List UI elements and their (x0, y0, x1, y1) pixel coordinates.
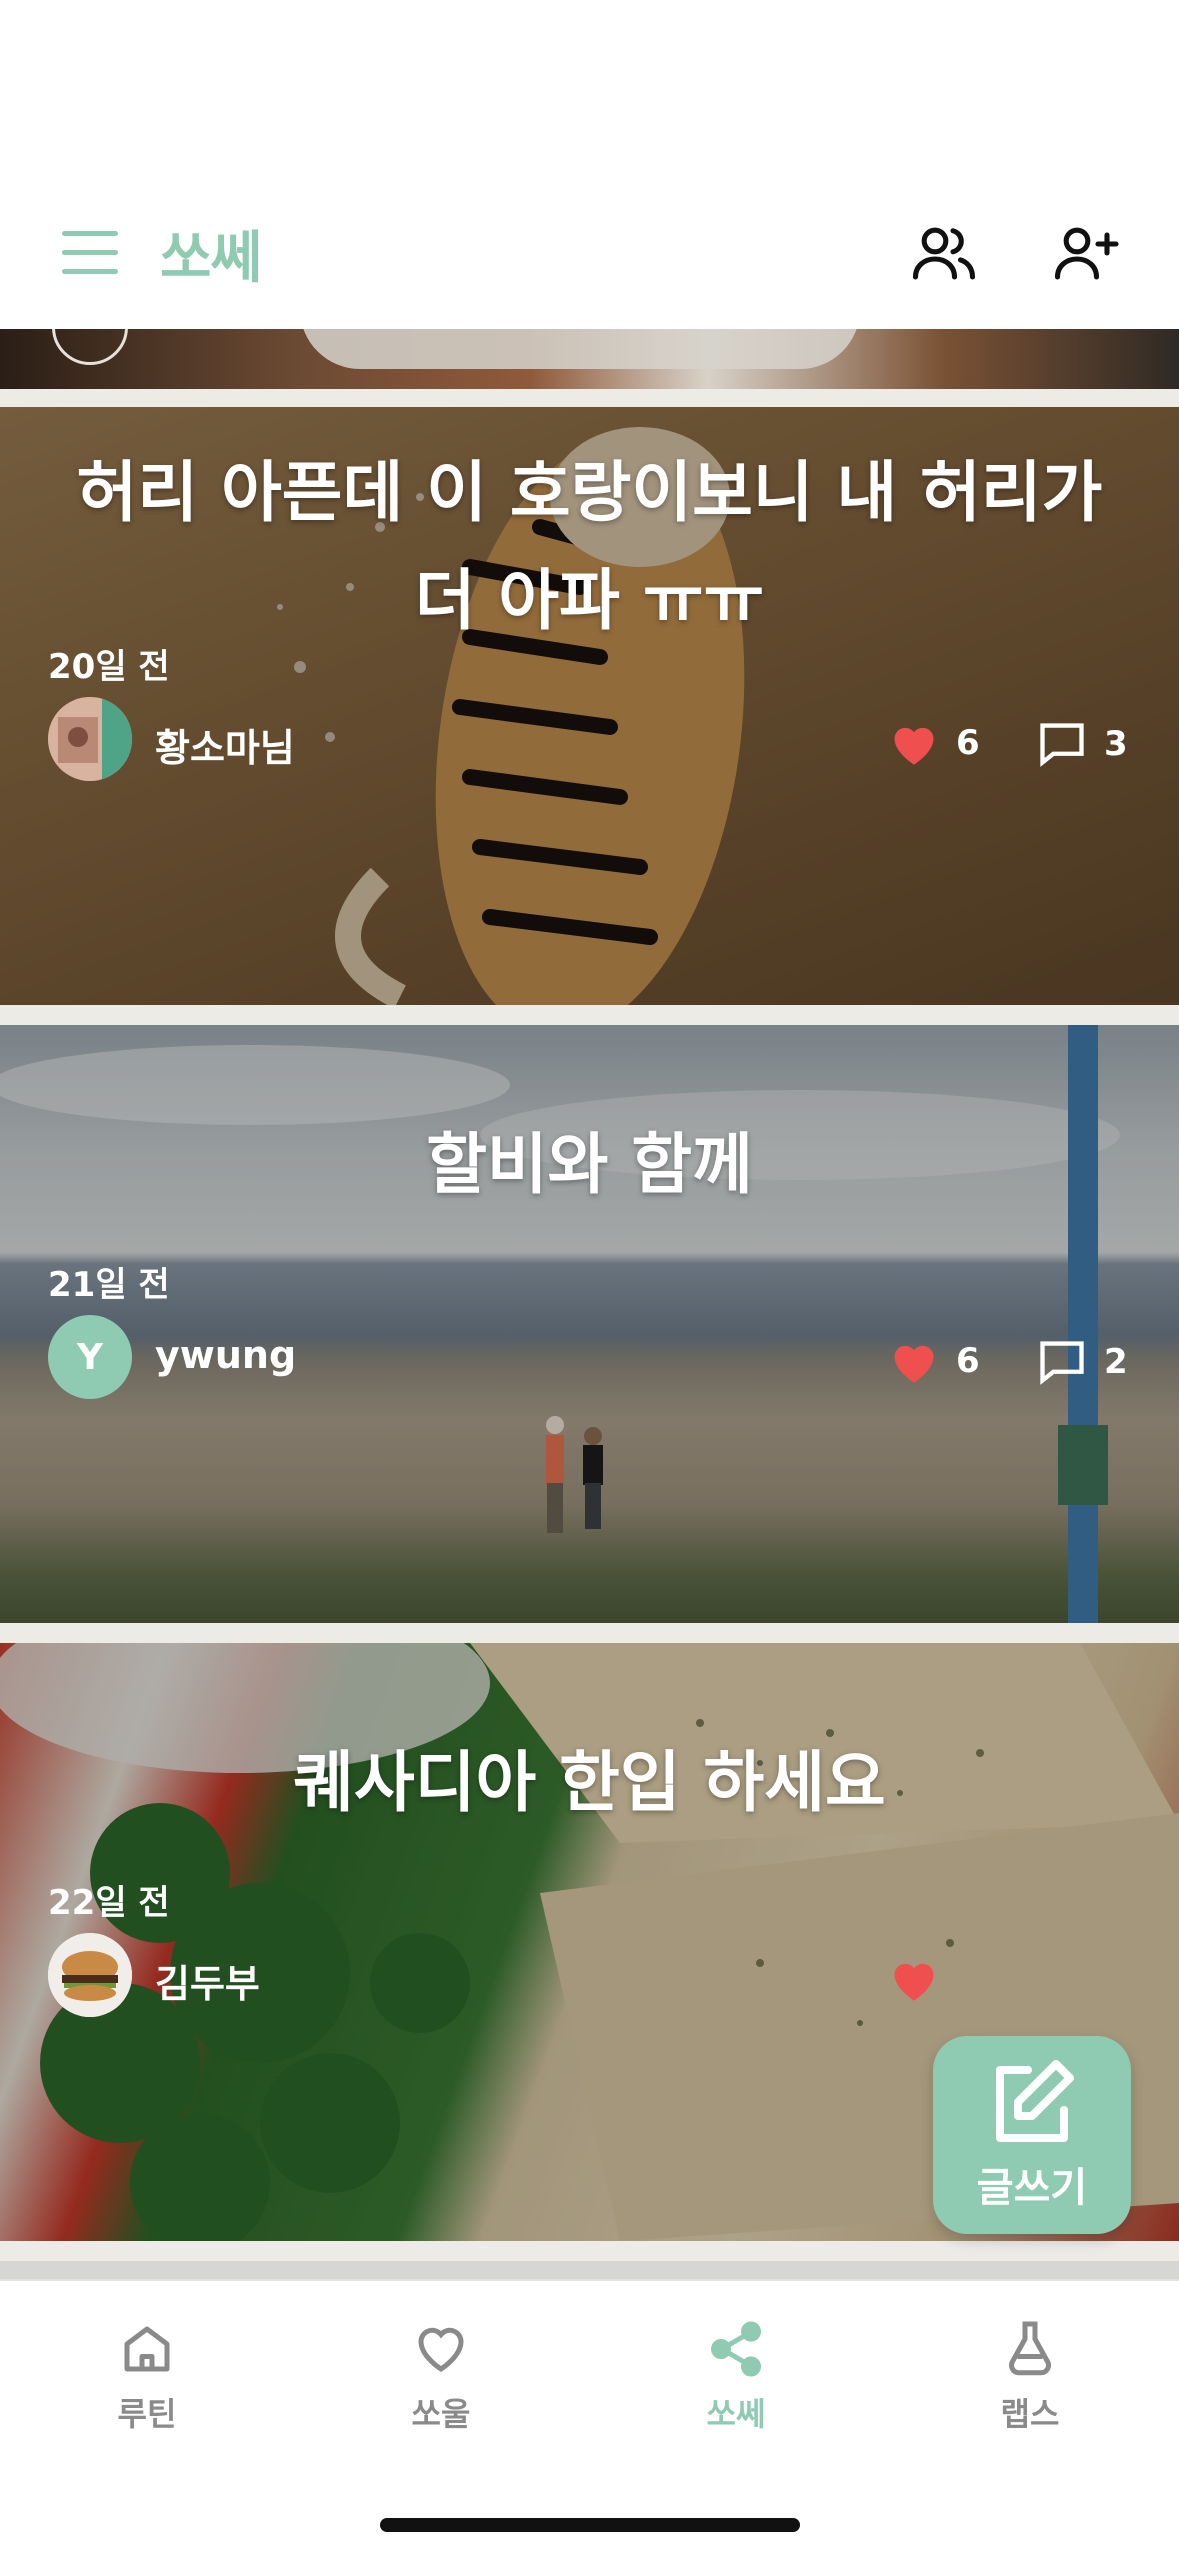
comment-count[interactable]: 2 (1036, 1337, 1128, 1387)
comment-count[interactable]: 3 (1036, 719, 1128, 769)
post-title: 할비와 함께 (426, 1126, 753, 1203)
feed-list: 허리 아픈데 이 호랑이보니 내 허리가 더 아파 ㅠㅠ 20일 전 황소마님 … (0, 329, 1179, 2279)
page-title: 쏘쎄 (160, 226, 262, 291)
post-card[interactable]: 할비와 함께 21일 전 Y ywung 6 2 (0, 1025, 1179, 1623)
avatar[interactable]: Y (48, 1315, 132, 1399)
tab-labs[interactable]: 랩스 (930, 2319, 1130, 2435)
write-post-button[interactable]: 글쓰기 (933, 2036, 1131, 2234)
heart-icon (894, 1963, 934, 2001)
post-title: 퀘사디아 한입 하세요 (293, 1744, 886, 1821)
post-card-partial[interactable] (0, 2261, 1179, 2279)
post-date: 22일 전 (48, 1883, 170, 1923)
app-header: 쏘쎄 (0, 195, 1179, 329)
home-icon (124, 2326, 170, 2372)
tab-label: 루틴 (117, 2395, 177, 2433)
comment-icon (1040, 723, 1084, 767)
home-indicator (380, 2518, 800, 2532)
post-card-partial[interactable] (0, 329, 1179, 389)
post-date: 21일 전 (48, 1265, 170, 1305)
like-icon-partial[interactable] (888, 1955, 956, 2003)
post-author[interactable]: ywung (155, 1333, 296, 1377)
heart-icon (418, 2327, 464, 2372)
avatar[interactable] (48, 697, 132, 781)
tab-routine[interactable]: 루틴 (47, 2319, 247, 2435)
tab-share[interactable]: 쏘쎄 (636, 2319, 836, 2435)
post-title: 허리 아픈데 이 호랑이보니 내 허리가 더 아파 ㅠㅠ (76, 454, 1103, 639)
post-card[interactable]: 허리 아픈데 이 호랑이보니 내 허리가 더 아파 ㅠㅠ 20일 전 황소마님 … (0, 407, 1179, 1005)
edit-icon (996, 2060, 1074, 2142)
comment-icon (1040, 1341, 1084, 1385)
hamburger-menu-icon[interactable] (62, 231, 118, 275)
tab-label: 쏘울 (411, 2395, 471, 2433)
post-date: 20일 전 (48, 647, 170, 687)
post-author[interactable]: 황소마님 (155, 717, 295, 772)
flask-icon (1009, 2321, 1051, 2376)
heart-icon (894, 1345, 934, 1383)
tab-label: 랩스 (1000, 2395, 1060, 2433)
bottom-tab-bar: 루틴 쏘울 쏘쎄 랩스 (0, 2279, 1179, 2558)
avatar[interactable] (48, 1933, 132, 2017)
post-author[interactable]: 김두부 (155, 1953, 260, 2008)
write-post-label: 글쓰기 (976, 2165, 1088, 2211)
like-count[interactable]: 6 (888, 1337, 980, 1385)
tab-label: 쏘쎄 (706, 2395, 766, 2433)
share-icon (711, 2321, 761, 2377)
heart-icon (894, 727, 934, 765)
like-count[interactable]: 6 (888, 719, 980, 767)
user-plus-icon[interactable] (1050, 217, 1122, 289)
users-icon[interactable] (908, 217, 980, 289)
tab-soul[interactable]: 쏘울 (341, 2319, 541, 2435)
